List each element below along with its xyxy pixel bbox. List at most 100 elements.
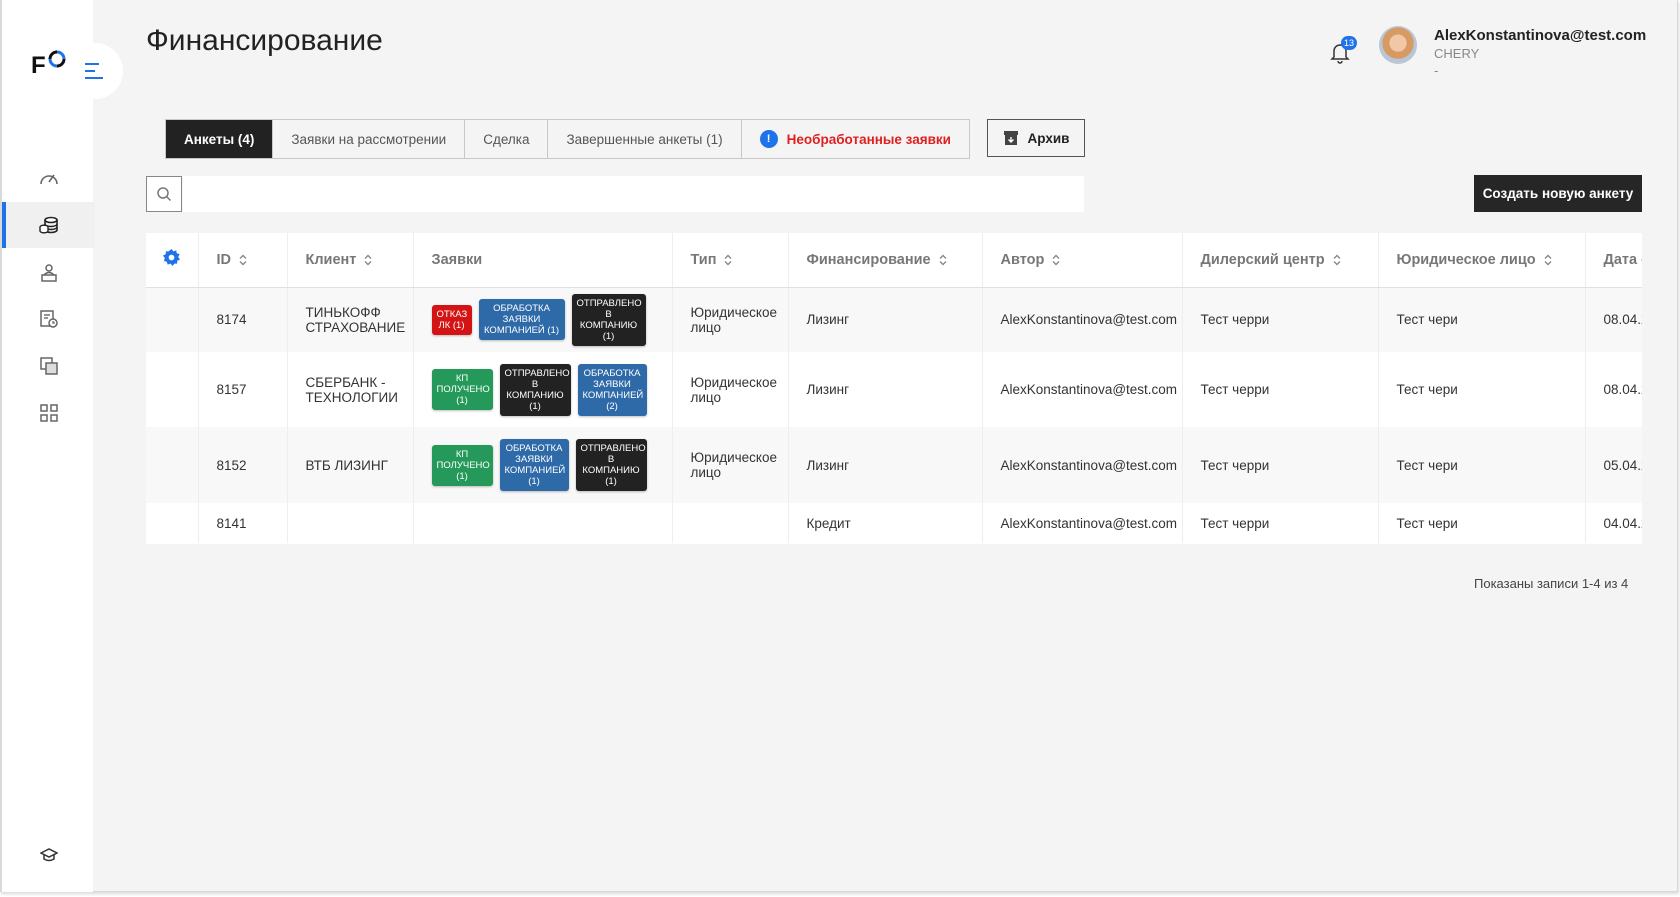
cell-id: 8157	[198, 352, 288, 427]
status-badge[interactable]: ОБРАБОТКА ЗАЯВКИ КОМПАНИЕЙ (1)	[478, 299, 565, 341]
archive-button[interactable]: Архив	[987, 119, 1085, 157]
cell-id: 8152	[198, 427, 288, 503]
tab-unprocessed[interactable]: ! Необработанные заявки	[742, 120, 969, 158]
search-input[interactable]	[183, 176, 1084, 212]
column-header-financing[interactable]: Финансирование	[788, 233, 983, 288]
sidebar-item-clients[interactable]	[2, 249, 95, 295]
sidebar-item-apps[interactable]	[2, 390, 95, 436]
cell-dealer: Тест черри	[1182, 352, 1379, 427]
sidebar-item-documents[interactable]	[2, 343, 95, 389]
sort-icon	[1052, 254, 1060, 266]
row-cell-empty	[146, 427, 199, 503]
cell-requests	[413, 503, 673, 543]
cell-dealer: Тест черри	[1182, 503, 1379, 543]
gear-icon	[162, 249, 181, 267]
tab-deal[interactable]: Сделка	[465, 120, 549, 158]
tab-completed[interactable]: Завершенные анкеты (1)	[548, 120, 742, 158]
grid-icon	[39, 404, 58, 422]
status-badge[interactable]: ОТКАЗ ЛК (1)	[431, 304, 472, 335]
table-header-row: ID Клиент Заявки Тип Финансирование Авто…	[146, 233, 1643, 288]
column-header-client[interactable]: Клиент	[287, 233, 414, 288]
cell-type: Юридическое лицо	[672, 352, 789, 427]
row-cell-empty	[146, 287, 199, 352]
app-logo[interactable]: F	[31, 50, 66, 80]
cell-requests: ОТКАЗ ЛК (1) ОБРАБОТКА ЗАЯВКИ КОМПАНИЕЙ …	[413, 287, 673, 352]
search-button[interactable]	[146, 176, 182, 212]
person-document-icon	[40, 264, 57, 282]
speedometer-icon	[39, 174, 58, 185]
user-email: AlexKonstantinova@test.com	[1434, 27, 1647, 44]
tab-unprocessed-label: Необработанные заявки	[786, 131, 951, 147]
column-header-dealer[interactable]: Дилерский центр	[1182, 233, 1379, 288]
cell-financing: Лизинг	[788, 427, 983, 503]
column-label: Тип	[690, 251, 717, 268]
tab-bar: Анкеты (4) Заявки на рассмотрении Сделка…	[165, 119, 970, 159]
cell-legal-entity: Тест чери	[1378, 352, 1586, 427]
cell-client: ТИНЬКОФФ СТРАХОВАНИЕ	[287, 287, 414, 352]
cell-financing: Кредит	[788, 503, 983, 543]
sort-icon	[364, 254, 372, 266]
status-badge[interactable]: ОТПРАВЛЕНО В КОМПАНИЮ (1)	[571, 293, 646, 346]
sidebar-item-reports[interactable]	[2, 296, 95, 342]
table-row[interactable]: 8141 Кредит AlexKonstantinova@test.com Т…	[146, 503, 1642, 543]
status-badge[interactable]: ОТПРАВЛЕНО В КОМПАНИЮ (1)	[575, 439, 647, 491]
status-badge[interactable]: ОТПРАВЛЕНО В КОМПАНИЮ (1)	[499, 363, 571, 416]
sort-icon	[939, 254, 947, 266]
column-label: Дилерский центр	[1200, 251, 1325, 268]
sidebar-item-dashboard[interactable]	[2, 155, 95, 201]
logo-letter: F	[31, 52, 46, 79]
sidebar: F	[0, 0, 123, 892]
sort-icon	[1544, 254, 1552, 266]
status-badge[interactable]: ОБРАБОТКА ЗАЯВКИ КОМПАНИЕЙ (2)	[577, 363, 647, 416]
alert-icon: !	[759, 130, 778, 148]
row-cell-empty	[146, 352, 199, 427]
cell-requests: КП ПОЛУЧЕНО (1) ОТПРАВЛЕНО В КОМПАНИЮ (1…	[413, 352, 673, 427]
column-label: Дата создания	[1603, 251, 1643, 268]
status-badge[interactable]: КП ПОЛУЧЕНО (1)	[431, 369, 493, 410]
tab-under-review[interactable]: Заявки на рассмотрении	[273, 120, 466, 158]
table-row[interactable]: 8174 ТИНЬКОФФ СТРАХОВАНИЕ ОТКАЗ ЛК (1) О…	[146, 287, 1642, 352]
create-questionnaire-button[interactable]: Создать новую анкету	[1474, 175, 1642, 212]
column-header-type[interactable]: Тип	[672, 233, 789, 288]
cell-client	[287, 503, 414, 543]
column-header-date[interactable]: Дата создания	[1585, 233, 1643, 288]
column-header-author[interactable]: Автор	[982, 233, 1183, 288]
table-row[interactable]: 8157 СБЕРБАНК - ТЕХНОЛОГИИ КП ПОЛУЧЕНО (…	[146, 352, 1642, 427]
cell-type: Юридическое лицо	[672, 427, 789, 503]
avatar[interactable]	[1379, 26, 1417, 64]
user-extra: -	[1434, 63, 1439, 78]
column-label: Финансирование	[806, 251, 931, 268]
cell-date: 08.04.2024	[1585, 352, 1642, 427]
tab-questionnaires[interactable]: Анкеты (4)	[166, 120, 274, 158]
notifications-button[interactable]: 13	[1330, 36, 1358, 68]
page-title: Финансирование	[146, 24, 383, 57]
cell-id: 8174	[198, 287, 288, 352]
archive-label: Архив	[1027, 130, 1070, 146]
cell-legal-entity: Тест чери	[1378, 287, 1586, 352]
notifications-count-badge: 13	[1341, 36, 1358, 50]
cell-type: Юридическое лицо	[672, 287, 789, 352]
table-row[interactable]: 8152 ВТБ ЛИЗИНГ КП ПОЛУЧЕНО (1) ОБРАБОТК…	[146, 427, 1642, 503]
column-header-legal-entity[interactable]: Юридическое лицо	[1378, 233, 1586, 288]
sidebar-item-education[interactable]	[2, 832, 95, 878]
table-settings-button[interactable]	[146, 233, 199, 288]
sidebar-item-financing[interactable]	[2, 202, 95, 248]
cell-date: 04.04.2024	[1585, 503, 1642, 543]
cell-client: ВТБ ЛИЗИНГ	[287, 427, 414, 503]
status-badge[interactable]: ОБРАБОТКА ЗАЯВКИ КОМПАНИЕЙ (1)	[499, 439, 569, 491]
cell-author: AlexKonstantinova@test.com	[982, 287, 1183, 352]
document-clock-icon	[39, 310, 58, 328]
archive-box-icon	[1003, 131, 1018, 145]
graduation-cap-icon	[39, 848, 58, 862]
app-frame: F Финансирование 13 AlexKonstantinova@te…	[0, 0, 1678, 892]
cell-id: 8141	[198, 503, 288, 543]
pagination-info: Показаны записи 1-4 из 4	[1474, 576, 1629, 591]
logo-ring-icon	[48, 50, 66, 68]
status-badge[interactable]: КП ПОЛУЧЕНО (1)	[431, 444, 493, 486]
menu-toggle-button[interactable]	[67, 43, 123, 99]
column-header-id[interactable]: ID	[198, 233, 288, 288]
column-label: Юридическое лицо	[1396, 251, 1536, 268]
cell-requests: КП ПОЛУЧЕНО (1) ОБРАБОТКА ЗАЯВКИ КОМПАНИ…	[413, 427, 673, 503]
user-company: CHERY	[1434, 46, 1480, 61]
cell-legal-entity: Тест чери	[1378, 503, 1586, 543]
